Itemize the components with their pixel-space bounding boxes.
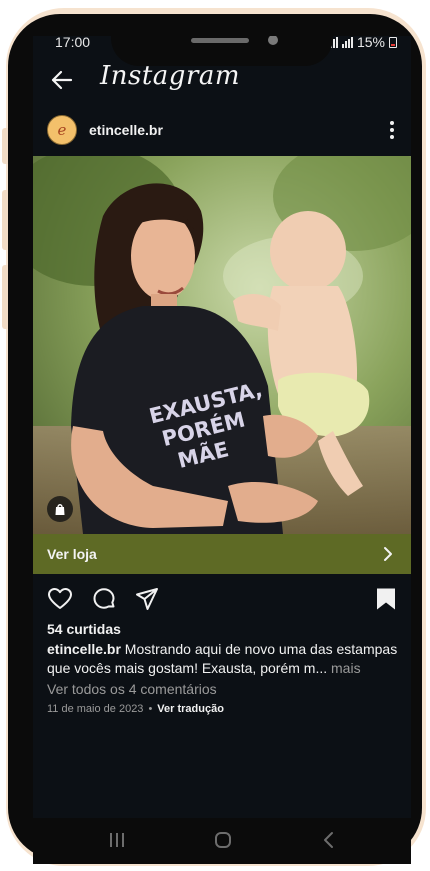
post-photo: EXAUSTA, PORÉM MÃE [33, 156, 411, 534]
arrow-left-icon[interactable] [49, 67, 75, 93]
translate-link[interactable]: Ver tradução [157, 703, 224, 715]
front-camera [268, 36, 278, 45]
post-username[interactable]: etincelle.br [89, 122, 163, 138]
avatar[interactable]: e [47, 115, 77, 145]
post-header: e etincelle.br [33, 112, 411, 148]
back-nav-icon[interactable] [319, 830, 339, 850]
home-icon[interactable] [213, 830, 233, 850]
view-comments-link[interactable]: Ver todos os 4 comentários [47, 681, 217, 697]
post-actions [33, 584, 411, 616]
more-vertical-icon[interactable] [389, 121, 395, 139]
heart-icon[interactable] [47, 586, 73, 612]
recent-apps-icon[interactable] [107, 830, 127, 850]
shop-label: Ver loja [47, 546, 97, 562]
post-date: 11 de maio de 2023 [47, 703, 144, 715]
like-count[interactable]: 54 curtidas [47, 621, 121, 637]
status-time: 17:00 [55, 36, 91, 50]
shop-link-bar[interactable]: Ver loja [33, 534, 411, 574]
battery-percent: 15% [356, 36, 385, 50]
app-header: Instagram [33, 58, 411, 102]
post-caption: etincelle.br Mostrando aqui de novo uma … [47, 640, 399, 678]
shopping-bag-icon[interactable] [47, 496, 73, 522]
status-indicators: 15% [326, 36, 397, 50]
date-separator: • [148, 703, 153, 715]
post-image[interactable]: EXAUSTA, PORÉM MÃE [33, 156, 411, 534]
battery-icon [389, 36, 397, 48]
app-title: Instagram [100, 61, 241, 91]
signal-icon-2 [341, 36, 353, 48]
caption-more-link[interactable]: mais [327, 660, 361, 676]
caption-username[interactable]: etincelle.br [47, 641, 121, 657]
share-icon[interactable] [134, 586, 160, 612]
post-date-row: 11 de maio de 2023 • Ver tradução [47, 703, 224, 715]
system-nav-bar [33, 818, 411, 864]
speaker-grille [191, 38, 249, 43]
bookmark-icon[interactable] [373, 586, 399, 612]
avatar-letter: e [57, 121, 67, 139]
app-screen: 17:00 15% Instagram e etincelle.br EXAUS… [33, 36, 411, 818]
chevron-right-icon [384, 547, 392, 561]
comment-icon[interactable] [91, 586, 117, 612]
